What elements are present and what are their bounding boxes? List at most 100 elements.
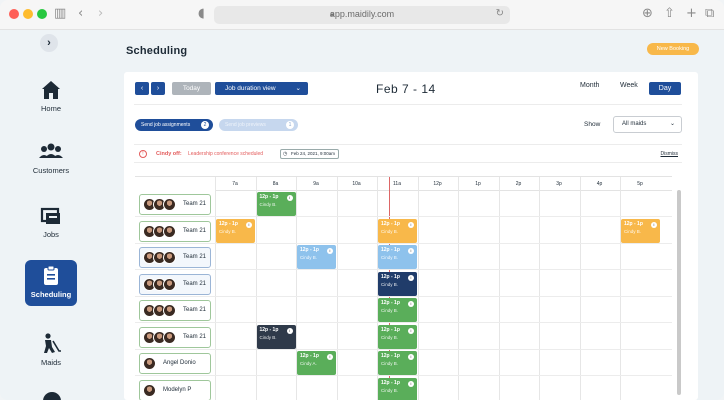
avatar xyxy=(163,224,176,238)
team-card[interactable]: Team 21 xyxy=(139,326,211,348)
job-block[interactable]: 12p - 1p Cindy B. i xyxy=(621,218,660,243)
time-off-alert: ! Cindy off: Leadership conference sched… xyxy=(134,144,682,163)
new-tab-icon[interactable]: + xyxy=(686,6,697,22)
job-maid: Cindy B. xyxy=(381,228,399,234)
team-card[interactable]: Team 21 xyxy=(139,247,211,268)
team-name: Team 21 xyxy=(183,201,207,207)
job-block[interactable]: 12p - 1p Cindy A. i xyxy=(297,351,336,375)
maid-filter-value: All maids xyxy=(622,121,647,127)
zoom-window-button[interactable] xyxy=(37,9,47,19)
hour-label: 7a xyxy=(232,181,238,187)
job-block[interactable]: 12p - 1p Cindy B. i xyxy=(378,298,417,322)
close-window-button[interactable] xyxy=(9,9,19,19)
alert-icon: ! xyxy=(139,150,147,158)
job-block[interactable]: 12p - 1p Cindy B. i xyxy=(378,377,417,400)
next-range-button[interactable]: › xyxy=(151,82,165,95)
tab-month[interactable]: Month xyxy=(580,82,599,89)
info-icon[interactable]: i xyxy=(327,354,333,360)
home-icon xyxy=(42,81,60,99)
team-card[interactable]: Team 21 xyxy=(139,300,211,321)
hour-label: 8a xyxy=(272,181,279,187)
send-previews-button[interactable]: Send job previews 1 xyxy=(219,119,298,131)
job-block[interactable]: 12p - 1p Cindy B. i xyxy=(297,245,336,269)
download-icon[interactable]: ⊕ xyxy=(642,6,653,22)
job-block[interactable]: 12p - 1p Cindy B. i xyxy=(256,324,296,349)
job-block[interactable]: 12p - 1p Cindy B. i xyxy=(216,218,255,243)
send-assignments-button[interactable]: Send job assignments 2 xyxy=(135,119,213,131)
new-booking-button[interactable]: New Booking xyxy=(647,43,699,55)
avatar xyxy=(163,330,176,344)
avatar xyxy=(143,357,156,370)
alert-date: Feb 24, 2021, 9:00am xyxy=(280,149,340,159)
browser-window: ▥ ‹ › ◖ 🔒︎ app.maidily.com ↻ ⊕ ⇧ + ⧉ › H… xyxy=(0,0,724,400)
info-icon[interactable]: i xyxy=(286,327,293,334)
minimize-window-button[interactable] xyxy=(23,9,33,19)
job-block[interactable]: 12p - 1p Cindy B. i xyxy=(378,324,417,349)
hour-label: 4p xyxy=(596,181,603,187)
share-icon[interactable]: ⇧ xyxy=(664,6,675,22)
shield-icon[interactable]: ◖ xyxy=(198,6,205,22)
back-icon[interactable]: ‹ xyxy=(78,6,83,22)
address-bar[interactable]: 🔒︎ app.maidily.com ↻ xyxy=(214,6,510,24)
tab-overview-icon[interactable]: ⧉ xyxy=(705,6,714,22)
sidebar-item-maids[interactable]: Maids xyxy=(25,328,77,374)
sidebar-item-label: Scheduling xyxy=(30,290,72,299)
info-icon[interactable]: i xyxy=(651,221,657,228)
info-icon[interactable]: i xyxy=(408,380,414,387)
job-block[interactable]: 12p - 1p Cindy B. i xyxy=(256,192,296,216)
forward-icon[interactable]: › xyxy=(98,6,103,22)
dismiss-alert-link[interactable]: Dismiss xyxy=(661,151,679,157)
send-assignments-label: Send job assignments xyxy=(141,122,191,128)
customers-icon xyxy=(39,143,63,158)
info-icon[interactable]: i xyxy=(408,327,414,334)
info-icon[interactable]: i xyxy=(408,221,414,228)
job-block[interactable]: 12p - 1p Cindy B. i xyxy=(378,271,417,296)
avatar xyxy=(163,277,176,291)
job-block[interactable]: 12p - 1p Cindy B. i xyxy=(378,245,417,269)
send-previews-count: 1 xyxy=(286,121,294,129)
info-icon[interactable]: i xyxy=(327,248,333,254)
team-card[interactable]: Team 21 xyxy=(139,273,211,295)
url-text: app.maidily.com xyxy=(329,9,395,19)
reload-icon[interactable]: ↻ xyxy=(496,8,504,19)
sidebar-item-home[interactable]: Home xyxy=(25,74,77,120)
collapse-sidebar-button[interactable]: › xyxy=(40,34,58,52)
sidebar-item-scheduling[interactable]: Scheduling xyxy=(25,260,77,306)
hour-header: 7a 8a 9a 10a 11a 12p 1p 2p 3p 4p 5p xyxy=(215,177,672,191)
vertical-scrollbar[interactable] xyxy=(677,190,681,395)
info-icon[interactable]: i xyxy=(408,248,414,254)
chevron-down-icon: ⌄ xyxy=(669,121,675,127)
chevron-down-icon: ⌄ xyxy=(295,85,301,92)
schedule-row: Team 21 xyxy=(135,191,672,217)
team-card[interactable]: Angel Donio xyxy=(139,353,211,374)
team-card[interactable]: Team 21 xyxy=(139,220,211,242)
team-card[interactable]: Modelyn P xyxy=(139,379,211,400)
job-maid: Cindy B. xyxy=(381,308,399,313)
sidebar-item-customers[interactable]: Customers xyxy=(25,136,77,182)
job-maid: Cindy A. xyxy=(300,361,317,366)
tab-week[interactable]: Week xyxy=(620,82,638,89)
maid-filter-select[interactable]: All maids ⌄ xyxy=(613,116,682,133)
more-nav-icon[interactable] xyxy=(43,392,61,400)
info-icon[interactable]: i xyxy=(246,221,252,228)
info-icon[interactable]: i xyxy=(408,301,414,307)
today-button[interactable]: Today xyxy=(172,82,211,95)
alert-message: Leadership conference scheduled xyxy=(188,151,264,157)
job-block[interactable]: 12p - 1p Cindy B. i xyxy=(378,218,417,243)
team-name: Team 21 xyxy=(183,333,207,340)
view-select[interactable]: Job duration view ⌄ xyxy=(215,82,308,95)
prev-range-button[interactable]: ‹ xyxy=(135,82,149,95)
job-maid: Cindy B. xyxy=(219,228,237,234)
sidebar-toggle-icon[interactable]: ▥ xyxy=(54,6,66,22)
team-card[interactable]: Team 21 xyxy=(139,194,211,215)
info-icon[interactable]: i xyxy=(408,274,414,281)
show-label: Show xyxy=(584,121,601,128)
view-select-label: Job duration view xyxy=(225,85,276,92)
job-block[interactable]: 12p - 1p Cindy B. i xyxy=(378,351,417,375)
info-icon[interactable]: i xyxy=(286,195,293,201)
info-icon[interactable]: i xyxy=(408,354,414,360)
date-range: Feb 7 - 14 xyxy=(376,82,436,96)
sidebar-item-jobs[interactable]: Jobs xyxy=(25,200,77,246)
page-title: Scheduling xyxy=(126,45,188,57)
tab-day[interactable]: Day xyxy=(649,82,681,95)
